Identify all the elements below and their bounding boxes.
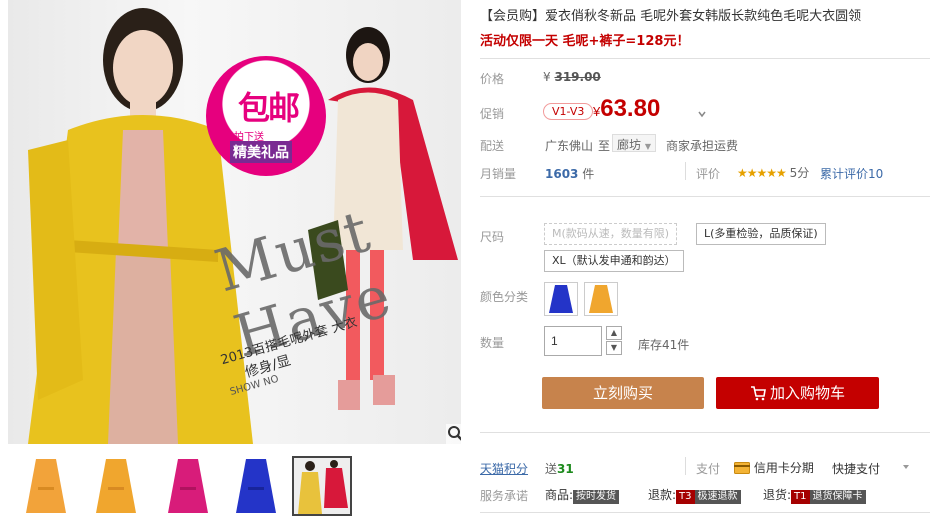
- quantity-label: 数量: [480, 336, 505, 350]
- color-swatch-yellow[interactable]: [584, 282, 618, 316]
- product-title: 【会员购】爱衣俏秋冬新品 毛呢外套女韩版长款纯色毛呢大衣圆领: [480, 9, 862, 24]
- ship-to-word: 至: [598, 139, 611, 153]
- currency-symbol: ¥: [543, 70, 551, 84]
- price-label: 价格: [480, 72, 505, 86]
- original-price-value: 319.00: [554, 70, 601, 84]
- review-count-link[interactable]: 累计评价10: [820, 165, 883, 182]
- destination-city: 廊坊: [617, 138, 642, 152]
- size-option-xl[interactable]: XL（默认发申通和韵达）: [544, 250, 684, 272]
- shipping-label: 配送: [480, 139, 505, 153]
- service-return: 退货: T1 退货保障卡: [763, 486, 866, 504]
- member-level-badge: V1-V3: [543, 103, 594, 120]
- thumbnail-4[interactable]: [226, 456, 286, 516]
- dropdown-arrow-icon[interactable]: [901, 462, 911, 472]
- thumbnail-5-selected[interactable]: [292, 456, 352, 516]
- shipping-fee-note: 商家承担运费: [666, 139, 739, 153]
- ship-from: 广东佛山: [545, 139, 594, 153]
- model-yellow-coat-illustration: [28, 8, 253, 444]
- original-price: ¥ 319.00: [543, 70, 601, 84]
- size-option-l[interactable]: L(多重检验，品质保证): [696, 223, 826, 245]
- divider: [480, 432, 930, 433]
- divider: [685, 162, 686, 180]
- color-label: 颜色分类: [480, 290, 529, 304]
- quick-pay: 快捷支付: [832, 462, 881, 476]
- coat-thumbnail-icon: [96, 459, 136, 513]
- points-value: 31: [557, 462, 574, 476]
- destination-select[interactable]: 廊坊 ▼: [612, 134, 656, 152]
- sales-unit: 件: [582, 167, 595, 181]
- gift-label: 精美礼品: [230, 141, 292, 163]
- fast-refund-tag[interactable]: 极速退款: [694, 490, 741, 504]
- divider: [480, 196, 930, 197]
- main-product-image[interactable]: 包邮 拍下送 精美礼品 Must Have 2013百搭毛呢外套 大衣 修身/显…: [8, 0, 461, 444]
- service-return-label: 退货:: [763, 488, 792, 502]
- model-thumbnail-icon: [294, 458, 350, 514]
- stock-count: 库存41件: [638, 338, 690, 352]
- color-swatch-blue[interactable]: [544, 282, 578, 316]
- divider: [480, 512, 930, 513]
- rating-label: 评价: [696, 167, 721, 181]
- on-time-delivery-tag[interactable]: 按时发货: [573, 490, 620, 504]
- promo-price: ¥63.80: [593, 95, 660, 123]
- service-refund: 退款: T3 极速退款: [648, 486, 741, 504]
- coat-thumbnail-icon: [26, 459, 66, 513]
- zoom-icon[interactable]: [446, 424, 461, 444]
- return-guarantee-tag[interactable]: 退货保障卡: [809, 490, 866, 504]
- free-shipping-text: 包邮: [237, 89, 300, 127]
- points-prefix: 送: [545, 462, 558, 476]
- blue-coat-icon: [549, 285, 573, 313]
- add-to-cart-label: 加入购物车: [769, 384, 845, 402]
- service-goods-label: 商品:: [545, 488, 574, 502]
- return-code-badge: T1: [791, 490, 810, 504]
- thumbnail-strip: [8, 450, 458, 525]
- divider: [480, 58, 930, 59]
- credit-installment[interactable]: 信用卡分期: [734, 459, 814, 476]
- add-to-cart-button[interactable]: 加入购物车: [716, 377, 879, 409]
- promo-label: 促销: [480, 107, 505, 121]
- product-info-panel: 【会员购】爱衣俏秋冬新品 毛呢外套女韩版长款纯色毛呢大衣圆领 活动仅限一天 毛呢…: [480, 0, 930, 525]
- thumbnail-1[interactable]: [16, 456, 76, 516]
- monthly-sales-label: 月销量: [480, 167, 517, 181]
- credit-installment-label: 信用卡分期: [753, 461, 814, 475]
- credit-card-icon: [734, 462, 750, 474]
- yellow-coat-icon: [589, 285, 613, 313]
- star-rating-icon: ★★★★★: [737, 166, 787, 180]
- divider: [685, 457, 686, 475]
- service-goods: 商品: 按时发货: [545, 486, 620, 504]
- service-label: 服务承诺: [480, 489, 529, 503]
- promo-line: 活动仅限一天 毛呢+裤子=128元！: [480, 34, 690, 49]
- thumbnail-3[interactable]: [158, 456, 218, 516]
- chevron-down-icon[interactable]: [696, 108, 708, 120]
- quantity-increase-button[interactable]: ▲: [606, 326, 622, 340]
- refund-code-badge: T3: [676, 490, 695, 504]
- coat-thumbnail-icon: [168, 459, 208, 513]
- payment-label: 支付: [696, 462, 721, 476]
- promo-price-value: 63.80: [600, 95, 661, 122]
- rating-score: 5分: [789, 166, 810, 180]
- size-option-m[interactable]: M(款码从速，数量有限): [544, 223, 678, 245]
- monthly-sales: 1603 件: [545, 165, 594, 182]
- sales-count: 1603: [545, 167, 579, 181]
- thumbnail-2[interactable]: [86, 456, 146, 516]
- coat-thumbnail-icon: [236, 459, 276, 513]
- service-refund-label: 退款:: [648, 488, 677, 502]
- points-award: 送31: [545, 460, 574, 477]
- cart-icon: [750, 386, 766, 401]
- rating: ★★★★★ 5分: [737, 164, 809, 181]
- quantity-input[interactable]: [544, 326, 602, 356]
- tmall-points-link[interactable]: 天猫积分: [480, 460, 528, 477]
- quantity-decrease-button[interactable]: ▼: [606, 341, 622, 355]
- size-label: 尺码: [480, 230, 505, 244]
- buy-now-button[interactable]: 立刻购买: [542, 377, 704, 409]
- dropdown-arrow-icon: ▼: [644, 142, 651, 151]
